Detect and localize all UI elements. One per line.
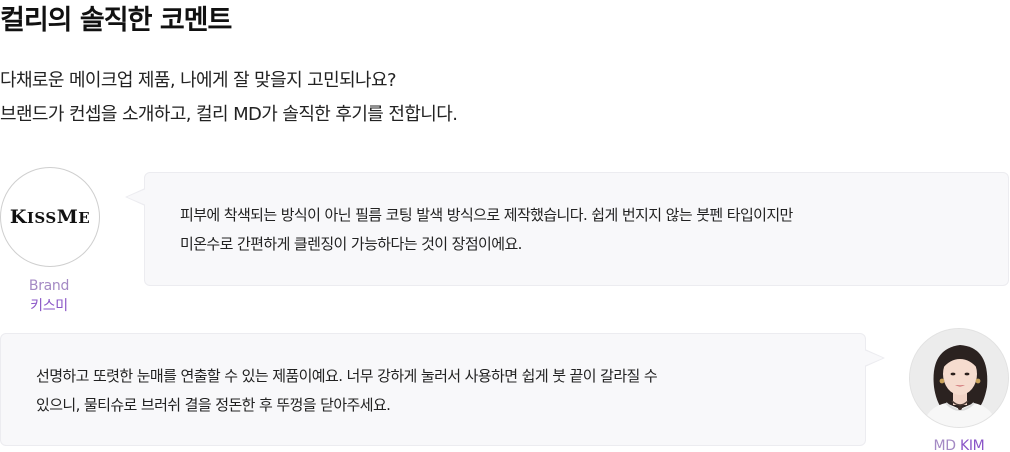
md-portrait-icon xyxy=(910,329,1008,427)
md-comment-bubble: 선명하고 또렷한 눈매를 연출할 수 있는 제품이예요. 너무 강하게 눌러서 … xyxy=(0,333,885,446)
md-comment-line: 있으니, 물티슈로 브러쉬 결을 정돈한 후 뚜껑을 닫아주세요. xyxy=(36,396,391,414)
md-comment-line: 선명하고 또렷한 눈매를 연출할 수 있는 제품이예요. 너무 강하게 눌러서 … xyxy=(36,367,658,385)
intro-text: 다채로운 메이크업 제품, 나에게 잘 맞을지 고민되나요? 브랜드가 컨셉을 … xyxy=(0,64,458,132)
brand-comment-line: 미온수로 간편하게 클렌징이 가능하다는 것이 장점이에요. xyxy=(180,235,522,253)
brand-comment-line: 피부에 착색되는 방식이 아닌 필름 코팅 발색 방식으로 제작했습니다. 쉽게… xyxy=(180,206,793,224)
page-title: 컬리의 솔직한 코멘트 xyxy=(0,5,232,36)
brand-name-label: 키스미 xyxy=(30,298,68,314)
intro-line-2: 브랜드가 컨셉을 소개하고, 컬리 MD가 솔직한 후기를 전합니다. xyxy=(0,104,458,125)
brand-comment-bubble: 피부에 착색되는 방식이 아닌 필름 코팅 발색 방식으로 제작했습니다. 쉽게… xyxy=(125,172,1009,286)
md-name-label: MD KIM xyxy=(933,438,985,452)
md-avatar xyxy=(909,328,1009,428)
brand-logo-avatar: KISSME xyxy=(0,167,100,267)
brand-caption: Brand 키스미 xyxy=(0,276,98,316)
brand-role-label: Brand xyxy=(28,278,70,294)
intro-line-1: 다채로운 메이크업 제품, 나에게 잘 맞을지 고민되나요? xyxy=(0,70,397,91)
md-caption: MD KIM xyxy=(909,436,1009,452)
kissme-logo: KISSME xyxy=(9,206,91,228)
